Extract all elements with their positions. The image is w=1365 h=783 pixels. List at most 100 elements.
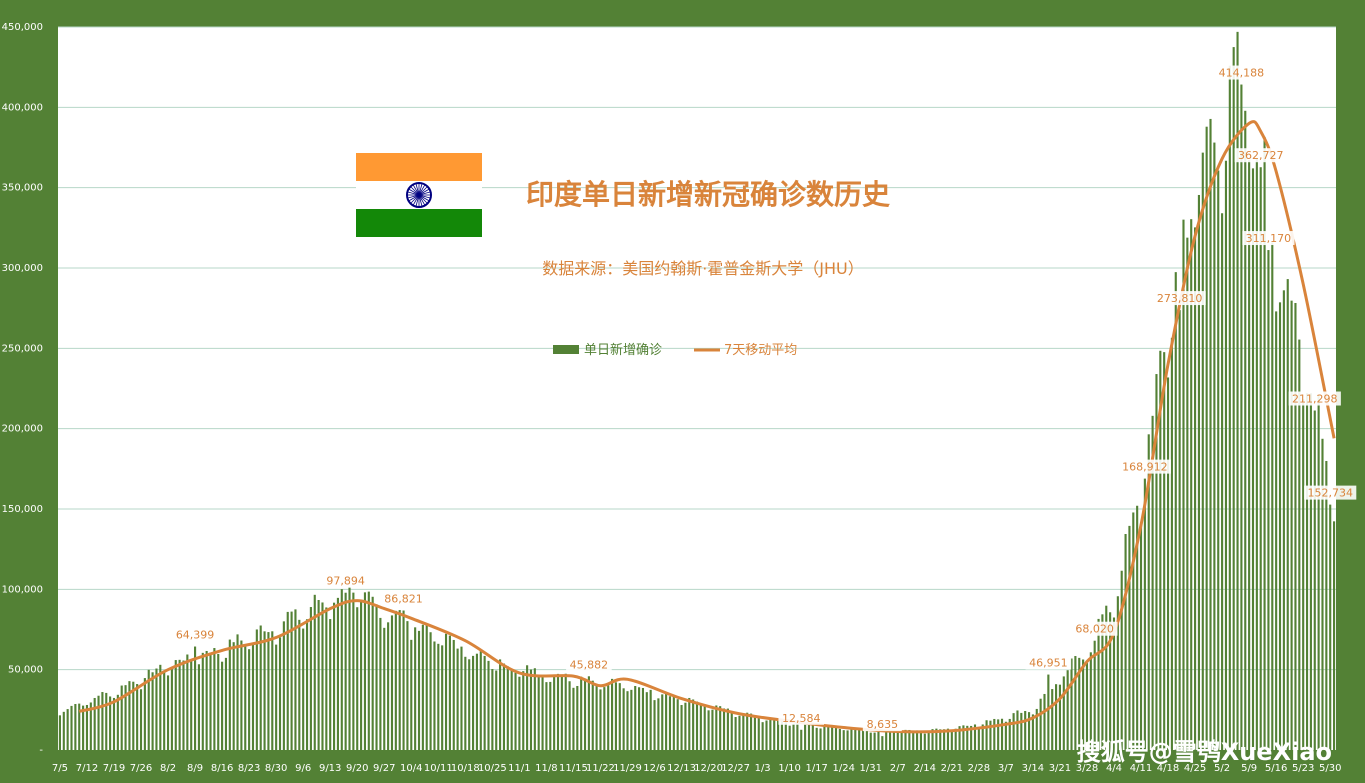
x-tick-label: 2/14 bbox=[914, 763, 936, 774]
daily-bar bbox=[676, 699, 679, 750]
daily-bar bbox=[533, 668, 536, 750]
watermark: 搜狐号@雪鸮XueXiao bbox=[1077, 738, 1332, 766]
daily-bar bbox=[526, 665, 529, 750]
daily-bar bbox=[800, 729, 803, 750]
x-tick-label: 2/21 bbox=[941, 763, 963, 774]
data-label: 86,821 bbox=[380, 591, 427, 606]
daily-bar bbox=[360, 601, 363, 750]
daily-bar bbox=[595, 685, 598, 750]
daily-bar bbox=[278, 637, 282, 750]
daily-bar bbox=[804, 723, 807, 750]
daily-bar bbox=[1197, 194, 1200, 751]
data-label: 64,399 bbox=[172, 627, 218, 642]
daily-bar bbox=[209, 652, 212, 750]
x-tick-label: 7/19 bbox=[103, 763, 125, 774]
x-tick-label: 11/8 bbox=[535, 763, 557, 774]
x-tick-label: 9/6 bbox=[295, 763, 311, 774]
daily-bar bbox=[553, 674, 556, 750]
daily-bar bbox=[1058, 684, 1061, 750]
daily-bar bbox=[854, 728, 857, 750]
daily-bar bbox=[402, 610, 405, 750]
daily-bar bbox=[529, 669, 533, 750]
daily-bar bbox=[649, 689, 652, 750]
daily-bar bbox=[923, 733, 926, 750]
daily-bar bbox=[163, 671, 166, 750]
daily-bar bbox=[352, 592, 355, 750]
daily-bar bbox=[1313, 410, 1316, 750]
daily-bar bbox=[1132, 512, 1135, 750]
data-label: 152,734 bbox=[1304, 485, 1357, 500]
daily-bar bbox=[819, 728, 822, 750]
daily-bar bbox=[537, 674, 540, 750]
daily-bar bbox=[155, 668, 158, 750]
x-tick-label: 11/22 bbox=[586, 763, 615, 774]
data-label-text: 311,170 bbox=[1246, 232, 1292, 245]
daily-bar bbox=[811, 724, 814, 750]
daily-bar bbox=[773, 720, 776, 750]
daily-bar bbox=[846, 730, 849, 750]
daily-bar bbox=[329, 619, 332, 750]
data-label-text: 273,810 bbox=[1157, 292, 1203, 305]
daily-bar bbox=[861, 730, 865, 750]
daily-bar bbox=[348, 587, 351, 750]
y-tick-label: 350,000 bbox=[2, 183, 43, 194]
y-tick-label: 200,000 bbox=[2, 424, 43, 435]
daily-bar bbox=[499, 659, 502, 750]
daily-bar bbox=[719, 706, 722, 750]
daily-bar bbox=[363, 592, 367, 750]
daily-bar bbox=[74, 703, 77, 750]
daily-bar bbox=[139, 689, 143, 750]
data-label-text: 12,584 bbox=[782, 712, 821, 725]
daily-bar bbox=[66, 709, 69, 750]
daily-bar bbox=[672, 695, 675, 750]
x-tick-label: 8/16 bbox=[211, 763, 233, 774]
daily-bar bbox=[398, 610, 401, 750]
daily-bar bbox=[112, 697, 116, 750]
daily-bar bbox=[638, 687, 641, 750]
daily-bar bbox=[433, 641, 436, 750]
daily-bar bbox=[583, 679, 587, 750]
daily-bar bbox=[560, 674, 563, 750]
daily-bar bbox=[634, 686, 637, 750]
daily-bar bbox=[228, 639, 231, 750]
daily-bar bbox=[213, 648, 216, 750]
daily-bar bbox=[877, 730, 880, 750]
chart-subtitle: 数据来源：美国约翰斯·霍普金斯大学（JHU） bbox=[542, 259, 864, 278]
daily-bar bbox=[414, 627, 417, 750]
daily-bar bbox=[1286, 279, 1289, 750]
daily-bar bbox=[1217, 170, 1220, 751]
daily-bar bbox=[93, 697, 96, 750]
daily-bar bbox=[873, 732, 876, 750]
daily-bar bbox=[1120, 570, 1123, 750]
daily-bar bbox=[1089, 652, 1092, 750]
daily-bar bbox=[317, 599, 320, 750]
daily-bar bbox=[757, 717, 760, 750]
x-tick-label: 1/3 bbox=[755, 763, 771, 774]
daily-bar bbox=[309, 607, 312, 750]
x-tick-label: 3/14 bbox=[1022, 763, 1044, 774]
daily-bar bbox=[263, 631, 266, 750]
daily-bar bbox=[1085, 662, 1089, 750]
daily-bar bbox=[1066, 670, 1069, 750]
data-label-text: 97,894 bbox=[326, 575, 365, 588]
daily-bar bbox=[858, 729, 861, 750]
daily-bar bbox=[688, 697, 691, 750]
daily-bar bbox=[614, 682, 617, 750]
data-label: 12,584 bbox=[778, 710, 825, 725]
daily-bar bbox=[668, 696, 672, 750]
daily-bar bbox=[383, 627, 386, 750]
daily-bar bbox=[885, 730, 888, 750]
daily-bar bbox=[417, 630, 421, 750]
daily-bar bbox=[305, 619, 309, 750]
daily-bar bbox=[448, 635, 451, 750]
y-tick-label: 400,000 bbox=[2, 102, 43, 113]
daily-bar bbox=[1043, 693, 1046, 750]
x-tick-label: 12/20 bbox=[694, 763, 723, 774]
daily-bar bbox=[502, 663, 506, 750]
daily-bar bbox=[244, 644, 247, 750]
daily-bar bbox=[1321, 438, 1324, 750]
daily-bar bbox=[421, 624, 424, 750]
daily-bar bbox=[367, 591, 370, 750]
daily-bar bbox=[1271, 242, 1274, 751]
daily-bar bbox=[336, 597, 339, 750]
